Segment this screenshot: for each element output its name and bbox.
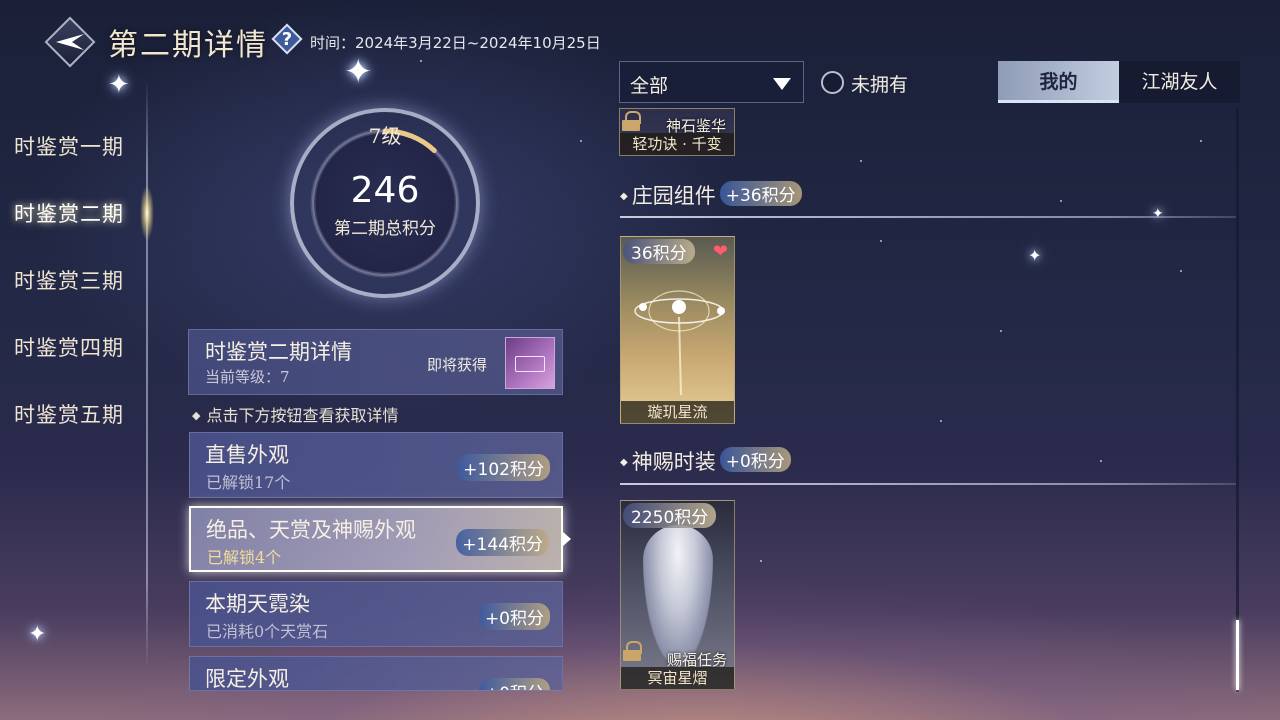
selected-arrow-icon <box>563 532 571 546</box>
category-points: +102积分 <box>457 454 550 481</box>
tab-mine[interactable]: 我的 <box>998 61 1119 103</box>
sparkle-icon: ✦ <box>344 52 373 92</box>
tab-friends[interactable]: 江湖友人 <box>1119 61 1240 103</box>
category-points: +0积分 <box>478 678 550 690</box>
character-figure <box>643 525 713 665</box>
question-mark-icon: ? <box>281 28 293 50</box>
next-reward-thumbnail[interactable] <box>505 337 555 389</box>
sparkle-icon: ✦ <box>1028 246 1042 265</box>
section-title-manor: ◆ 庄园组件 +36积分 <box>620 180 802 210</box>
scrollbar-track[interactable] <box>1236 108 1239 692</box>
unowned-radio[interactable] <box>821 71 844 94</box>
section-divider <box>620 483 1236 485</box>
unowned-label[interactable]: 未拥有 <box>851 70 908 97</box>
diamond-bullet-icon: ◆ <box>620 191 628 202</box>
category-name: 绝品、天赏及神赐外观 <box>206 518 416 542</box>
item-points: 2250积分 <box>623 503 717 528</box>
nav-item-period-2[interactable]: 时鉴赏二期 <box>14 198 124 228</box>
level-label: 7级 <box>368 124 402 148</box>
period-detail-panel[interactable]: 时鉴赏二期详情 当前等级：7 即将获得 <box>188 329 563 395</box>
nav-divider <box>146 80 148 670</box>
item-name: 璇玑星流 <box>621 401 734 423</box>
sparkle-icon: ✦ <box>1152 206 1164 222</box>
nav-item-period-1[interactable]: 时鉴赏一期 <box>14 131 124 161</box>
score-ring: 7级 246 第二期总积分 <box>290 108 480 298</box>
total-score: 246 <box>350 170 420 211</box>
nav-item-period-3[interactable]: 时鉴赏三期 <box>14 265 124 295</box>
category-premium[interactable]: 绝品、天赏及神赐外观 已解锁4个 +144积分 <box>189 506 563 572</box>
section-title-divine-outfit: ◆ 神赐时装 +0积分 <box>620 446 791 476</box>
scrollbar-thumb[interactable] <box>1236 620 1239 690</box>
item-name: 冥宙星熠 <box>621 667 734 689</box>
back-arrow-icon <box>56 34 84 50</box>
category-name: 限定外观 <box>205 667 289 691</box>
sparkle-icon: ✦ <box>108 70 130 100</box>
heart-icon[interactable]: ❤ <box>713 241 728 262</box>
nav-item-period-5[interactable]: 时鉴赏五期 <box>14 399 124 429</box>
item-card[interactable]: 36积分 ❤ 璇玑星流 <box>620 236 735 424</box>
help-button[interactable]: ? <box>271 23 303 55</box>
section-points: +0积分 <box>719 447 791 472</box>
category-points: +144积分 <box>456 529 549 556</box>
item-points: 36积分 <box>623 239 695 264</box>
filter-dropdown[interactable]: 全部 <box>619 61 804 103</box>
page-title: 第二期详情 <box>108 28 268 63</box>
event-time: 时间：2024年3月22日~2024年10月25日 <box>310 34 601 52</box>
back-button[interactable] <box>44 16 96 68</box>
category-direct-sale[interactable]: 直售外观 已解锁17个 +102积分 <box>189 432 563 498</box>
nav-active-indicator <box>140 185 154 241</box>
category-sub: 已解锁4个 <box>207 548 282 567</box>
diamond-bullet-icon: ◆ <box>192 409 201 422</box>
nav-item-period-4[interactable]: 时鉴赏四期 <box>14 332 124 362</box>
category-name: 本期天霓染 <box>205 592 310 616</box>
section-points: +36积分 <box>719 181 802 206</box>
category-name: 直售外观 <box>205 443 289 467</box>
current-level: 当前等级：7 <box>205 368 290 386</box>
hint-text: ◆ 点击下方按钮查看获取详情 <box>192 406 399 425</box>
category-points: +0积分 <box>478 603 550 630</box>
dropdown-value: 全部 <box>630 75 669 97</box>
lock-icon <box>622 111 641 131</box>
category-dye[interactable]: 本期天霓染 已消耗0个天赏石 +0积分 <box>189 581 563 647</box>
item-card[interactable]: 2250积分 赐福任务 冥宙星熠 <box>620 500 735 690</box>
category-sub: 已消耗0个天赏石 <box>206 622 329 641</box>
orbit-ornament-icon <box>634 290 725 396</box>
section-divider <box>620 216 1236 218</box>
diamond-bullet-icon: ◆ <box>620 457 628 468</box>
caret-down-icon <box>773 78 791 90</box>
item-card[interactable]: 神石鉴华 轻功诀 · 千变 <box>619 108 735 156</box>
detail-title: 时鉴赏二期详情 <box>205 340 352 364</box>
sparkle-icon: ✦ <box>28 622 47 647</box>
item-name: 轻功诀 · 千变 <box>620 133 734 155</box>
category-sub: 已解锁17个 <box>206 473 291 492</box>
coming-soon-label: 即将获得 <box>427 356 488 374</box>
score-caption: 第二期总积分 <box>334 219 436 239</box>
lock-icon <box>623 641 642 661</box>
category-limited[interactable]: 限定外观 +0积分 <box>189 656 563 691</box>
